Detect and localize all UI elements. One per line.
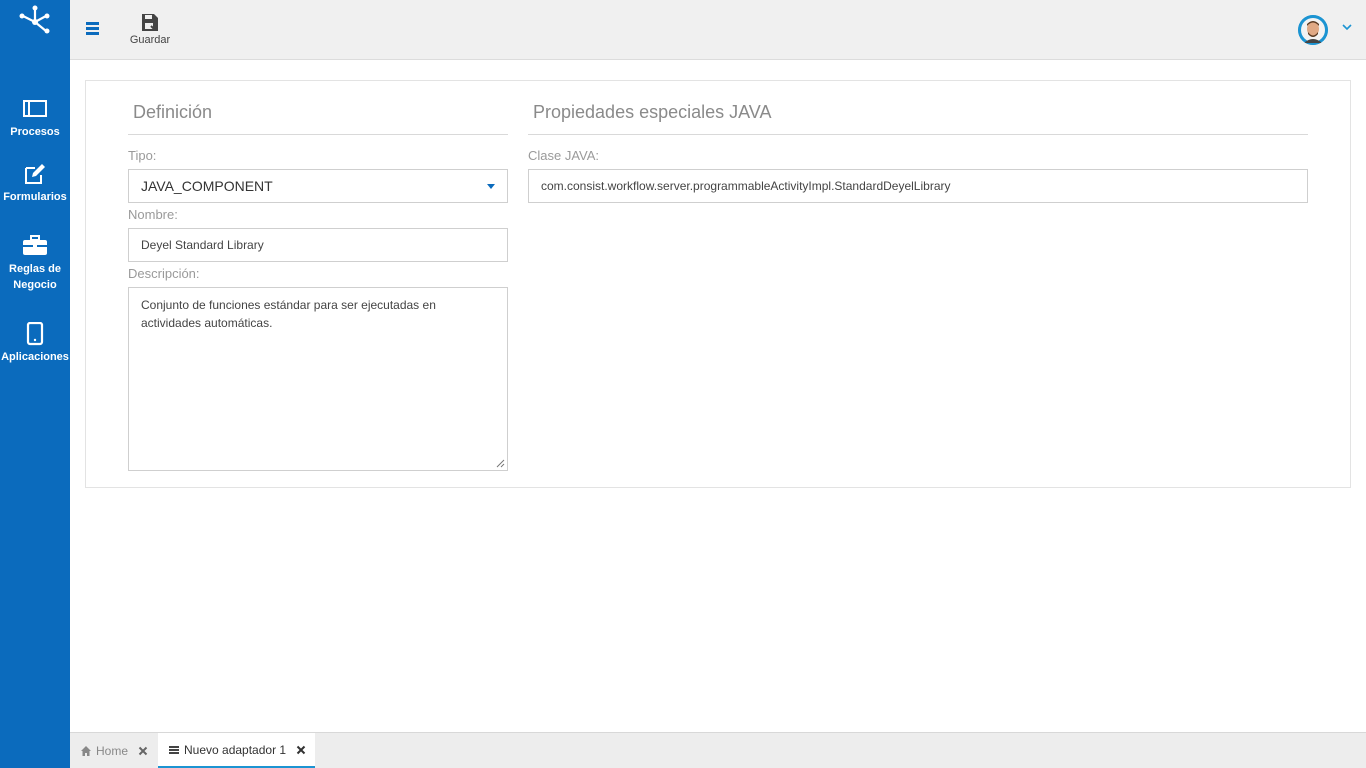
edit-icon <box>25 164 45 184</box>
tablet-icon <box>26 322 44 346</box>
tipo-select-value: JAVA_COMPONENT <box>141 178 273 194</box>
tab-nuevo-adaptador-label: Nuevo adaptador 1 <box>184 742 287 757</box>
sidebar: Procesos Formularios Reglas de Negocio A… <box>0 0 70 768</box>
tipo-label: Tipo: <box>128 148 157 163</box>
chevron-down-icon[interactable] <box>1342 22 1352 32</box>
tab-nuevo-adaptador[interactable]: Nuevo adaptador 1 <box>158 733 315 768</box>
caret-down-icon <box>487 184 495 189</box>
bottom-tab-bar: Home Nuevo adaptador 1 <box>70 732 1366 768</box>
resize-grip-icon[interactable] <box>496 459 505 468</box>
menu-toggle-icon[interactable] <box>86 22 100 35</box>
descripcion-label: Descripción: <box>128 266 200 281</box>
definicion-divider <box>128 134 508 135</box>
sidebar-item-label: Reglas de Negocio <box>9 263 61 291</box>
sidebar-item-label: Formularios <box>3 191 67 203</box>
tab-home[interactable]: Home <box>70 733 158 768</box>
definicion-title: Definición <box>133 102 213 122</box>
java-properties-title: Propiedades especiales JAVA <box>533 102 772 122</box>
tipo-select[interactable]: JAVA_COMPONENT <box>128 169 508 203</box>
sidebar-item-label: Aplicaciones <box>1 351 69 363</box>
sidebar-item-formularios[interactable]: Formularios <box>0 162 70 205</box>
close-icon[interactable] <box>138 746 148 756</box>
descripcion-textarea[interactable]: Conjunto de funciones estándar para ser … <box>128 287 508 471</box>
adapter-form-panel: Definición Propiedades especiales JAVA T… <box>85 80 1351 488</box>
sidebar-item-aplicaciones[interactable]: Aplicaciones <box>0 322 70 365</box>
clase-java-input-value: com.consist.workflow.server.programmable… <box>541 179 951 193</box>
deyel-logo-icon[interactable] <box>18 4 52 34</box>
save-button[interactable]: Guardar <box>126 12 174 46</box>
home-icon <box>81 746 91 756</box>
nombre-label: Nombre: <box>128 207 178 222</box>
nombre-input[interactable]: Deyel Standard Library <box>128 228 508 262</box>
avatar[interactable] <box>1298 15 1328 45</box>
tab-home-label: Home <box>96 744 129 758</box>
save-button-label: Guardar <box>129 34 171 46</box>
sidebar-item-label: Procesos <box>10 126 60 138</box>
save-icon <box>142 14 158 31</box>
list-icon <box>169 745 179 754</box>
java-properties-divider <box>528 134 1308 135</box>
user-avatar-icon <box>1298 15 1328 45</box>
briefcase-icon <box>23 235 47 255</box>
close-icon[interactable] <box>296 745 306 755</box>
descripcion-textarea-value: Conjunto de funciones estándar para ser … <box>141 298 436 330</box>
clase-java-label: Clase JAVA: <box>528 148 600 163</box>
top-toolbar: Guardar <box>70 0 1366 60</box>
clase-java-input[interactable]: com.consist.workflow.server.programmable… <box>528 169 1308 203</box>
sidebar-item-reglas-de-negocio[interactable]: Reglas de Negocio <box>0 234 70 293</box>
window-icon <box>23 100 47 117</box>
nombre-input-value: Deyel Standard Library <box>141 238 264 252</box>
sidebar-item-procesos[interactable]: Procesos <box>0 97 70 140</box>
